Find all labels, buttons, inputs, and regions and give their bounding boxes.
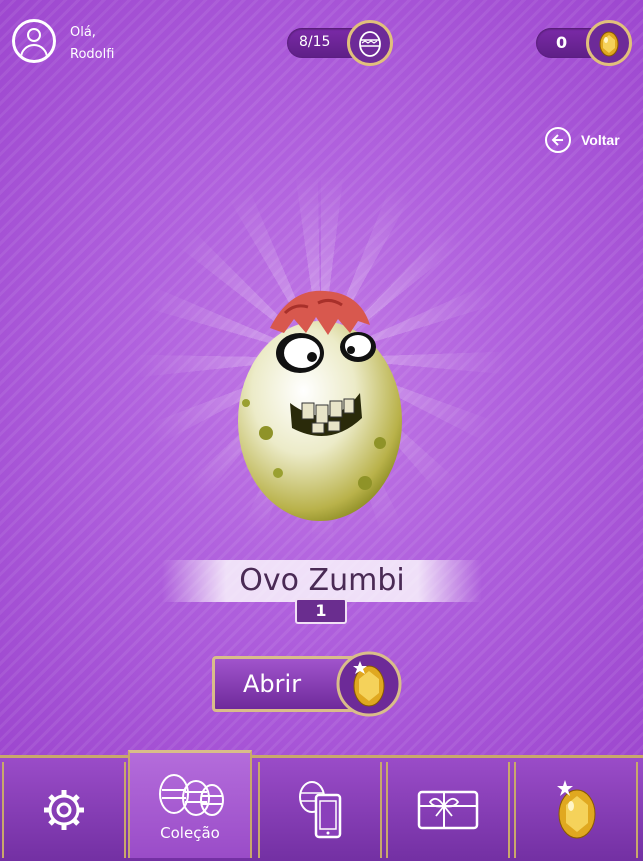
back-label: Voltar xyxy=(581,132,620,148)
gift-card-icon xyxy=(417,790,479,830)
gold-egg-icon[interactable] xyxy=(586,20,632,66)
tab-collection-label: Coleção xyxy=(160,823,220,842)
greeting: Olá, Rodolfi xyxy=(70,22,114,66)
egg-name: Ovo Zumbi xyxy=(162,560,482,602)
tab-gifts[interactable] xyxy=(386,762,510,858)
phone-egg-icon xyxy=(299,781,342,839)
username: Rodolfi xyxy=(70,47,115,62)
tab-mobile[interactable] xyxy=(258,762,382,858)
zombie-egg-image[interactable] xyxy=(230,283,410,523)
egg-count-badge: 1 xyxy=(295,598,347,624)
user-avatar-icon[interactable] xyxy=(12,19,56,63)
greeting-text: Olá, xyxy=(70,25,96,40)
back-button[interactable]: Voltar xyxy=(545,127,620,153)
eggs-collection-icon xyxy=(159,773,224,816)
gold-egg-star-icon xyxy=(557,780,596,839)
arrow-left-icon xyxy=(545,127,571,153)
tab-collection[interactable]: Coleção xyxy=(128,750,252,858)
tab-gold-eggs[interactable] xyxy=(514,762,638,858)
eggs-counter-value: 8/15 xyxy=(299,34,331,50)
open-gold-egg-icon[interactable] xyxy=(336,651,402,717)
bottom-nav: Coleção xyxy=(0,750,643,861)
gear-icon xyxy=(44,790,84,830)
coins-counter-value: 0 xyxy=(556,33,568,52)
egg-collection-icon[interactable] xyxy=(347,20,393,66)
tab-settings[interactable] xyxy=(2,762,126,858)
